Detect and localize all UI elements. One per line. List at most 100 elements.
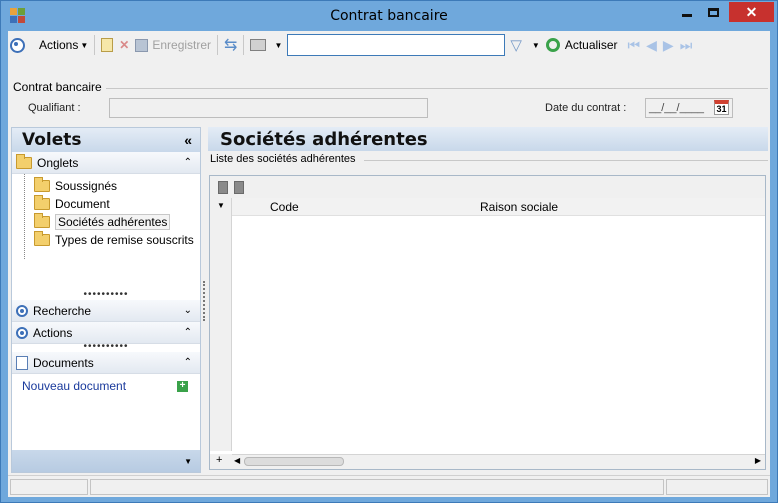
scroll-right-icon[interactable]: ▶ (755, 456, 761, 465)
folder-icon (34, 195, 50, 210)
new-button[interactable] (98, 33, 116, 57)
calendar-icon[interactable]: 31 (714, 100, 729, 115)
folder-icon (34, 177, 50, 192)
main-title: Sociétés adhérentes (220, 128, 428, 150)
tree-item-label: Sociétés adhérentes (55, 214, 171, 230)
collapse-panel-icon[interactable]: « (184, 132, 192, 148)
tree-item-label: Soussignés (55, 179, 118, 193)
scroll-thumb[interactable] (244, 457, 344, 466)
edit-row-icon[interactable] (234, 180, 244, 194)
search-input[interactable] (287, 34, 506, 56)
chevron-up-icon[interactable]: ⌃ (184, 357, 192, 368)
maximize-button[interactable] (700, 2, 727, 22)
title-bar[interactable]: Contrat bancaire ✕ (1, 1, 777, 31)
close-button[interactable]: ✕ (729, 2, 774, 22)
scroll-left-icon[interactable]: ◀ (234, 456, 240, 465)
column-header-code[interactable]: Code (270, 200, 299, 214)
refresh-icon (545, 38, 560, 52)
status-cell (666, 479, 768, 495)
splitter-grip[interactable]: •••••••••• (12, 342, 200, 352)
vertical-splitter[interactable] (203, 281, 205, 321)
chevron-double-down-icon[interactable]: ⌄ (184, 305, 192, 316)
tree-item-label: Document (55, 197, 110, 211)
separator (243, 35, 245, 55)
side-panel-footer: ▼ (12, 450, 200, 472)
add-icon[interactable]: + (177, 380, 188, 392)
new-document-link[interactable]: Nouveau document (22, 379, 126, 393)
open-folder-icon (34, 213, 50, 228)
tree-item-label: Types de remise souscrits (55, 233, 194, 247)
delete-button[interactable]: ✕ (116, 33, 132, 57)
next-icon: ▶ (662, 36, 674, 53)
grid-toolbar (210, 176, 765, 198)
side-panel-title: Volets (22, 130, 82, 150)
grid-header: Code Raison sociale (232, 198, 765, 216)
client-area: Actions ▼ ✕ Enregistrer ⇆ ▼ ▽ ▼ Actualis… (8, 31, 770, 497)
horizontal-scrollbar[interactable]: ◀ ▶ (232, 454, 765, 469)
side-panel-header: Volets « (12, 128, 200, 152)
app-window: Contrat bancaire ✕ Actions ▼ ✕ Enregistr… (0, 0, 778, 503)
close-icon: ✕ (745, 3, 758, 20)
actions-menu-button[interactable]: Actions ▼ (36, 33, 91, 57)
qualifiant-label: Qualifiant : (28, 102, 81, 114)
onglets-tree: Soussignés Document Sociétés adhérentes … (12, 174, 200, 292)
toolbar: Actions ▼ ✕ Enregistrer ⇆ ▼ ▽ ▼ Actualis… (8, 31, 770, 59)
onglets-label: Onglets (37, 155, 79, 170)
qualifiant-field[interactable] (109, 98, 428, 118)
tree-item-types-remise[interactable]: Types de remise souscrits (34, 231, 194, 248)
add-row-button[interactable]: + (210, 454, 232, 469)
chevron-up-icon[interactable]: ⌃ (184, 327, 192, 338)
splitter-grip[interactable]: •••••••••• (12, 290, 200, 300)
navigate-button[interactable] (8, 33, 28, 57)
new-row-icon[interactable] (218, 180, 228, 194)
chevron-down-icon: ▼ (274, 40, 283, 50)
tree-item-document[interactable]: Document (34, 195, 110, 212)
status-cell (10, 479, 88, 495)
prev-record-button[interactable]: ◀ (643, 33, 660, 57)
maximize-icon (708, 7, 719, 17)
documents-label: Documents (33, 355, 94, 370)
documents-header[interactable]: Documents ⌃ (12, 352, 200, 374)
minimize-icon (681, 13, 692, 17)
save-button[interactable]: Enregistrer (132, 33, 214, 57)
actions-section-label: Actions (33, 325, 73, 340)
save-icon (135, 38, 149, 52)
status-bar (8, 475, 770, 497)
chevron-down-icon[interactable]: ▼ (184, 457, 192, 466)
delete-icon: ✕ (119, 38, 130, 52)
status-cell (90, 479, 664, 495)
minimize-button[interactable] (673, 2, 700, 22)
group-title: Contrat bancaire (13, 80, 102, 94)
chevron-down-icon: ▼ (531, 40, 540, 50)
sync-icon: ⇆ (224, 37, 238, 54)
target-icon (16, 304, 28, 317)
print-button[interactable]: ▼ (247, 33, 285, 57)
recherche-header[interactable]: Recherche ⌄ (12, 300, 200, 322)
next-record-button[interactable]: ▶ (660, 33, 677, 57)
row-header: ▼ (210, 198, 232, 451)
filter-button[interactable]: ▽ ▼ (507, 33, 542, 57)
save-label: Enregistrer (152, 38, 212, 52)
target-icon (10, 37, 25, 53)
chevron-down-icon: ▼ (80, 40, 89, 50)
target-icon (16, 326, 28, 339)
tree-item-soussignes[interactable]: Soussignés (34, 177, 118, 194)
chevron-down-icon[interactable]: ▼ (217, 201, 225, 210)
list-label: Liste des sociétés adhérentes (210, 153, 356, 165)
last-record-button[interactable]: ⏭ (677, 33, 696, 57)
new-document-icon (101, 38, 114, 52)
last-icon: ⏭ (679, 36, 693, 53)
printer-icon (250, 39, 267, 51)
separator (94, 35, 96, 55)
tree-item-societes-adherentes[interactable]: Sociétés adhérentes (34, 213, 171, 230)
onglets-header[interactable]: Onglets ⌃ (12, 152, 200, 174)
group-divider (106, 88, 768, 89)
refresh-button[interactable]: Actualiser (543, 33, 621, 57)
main-header: Sociétés adhérentes (208, 127, 768, 151)
sync-button[interactable]: ⇆ (221, 33, 240, 57)
column-header-raison-sociale[interactable]: Raison sociale (480, 200, 558, 214)
side-panel: Volets « Onglets ⌃ Soussignés Document S… (11, 127, 201, 473)
first-record-button[interactable]: ⏮ (625, 33, 644, 57)
chevron-up-icon[interactable]: ⌃ (184, 157, 192, 168)
list-divider (364, 160, 768, 161)
